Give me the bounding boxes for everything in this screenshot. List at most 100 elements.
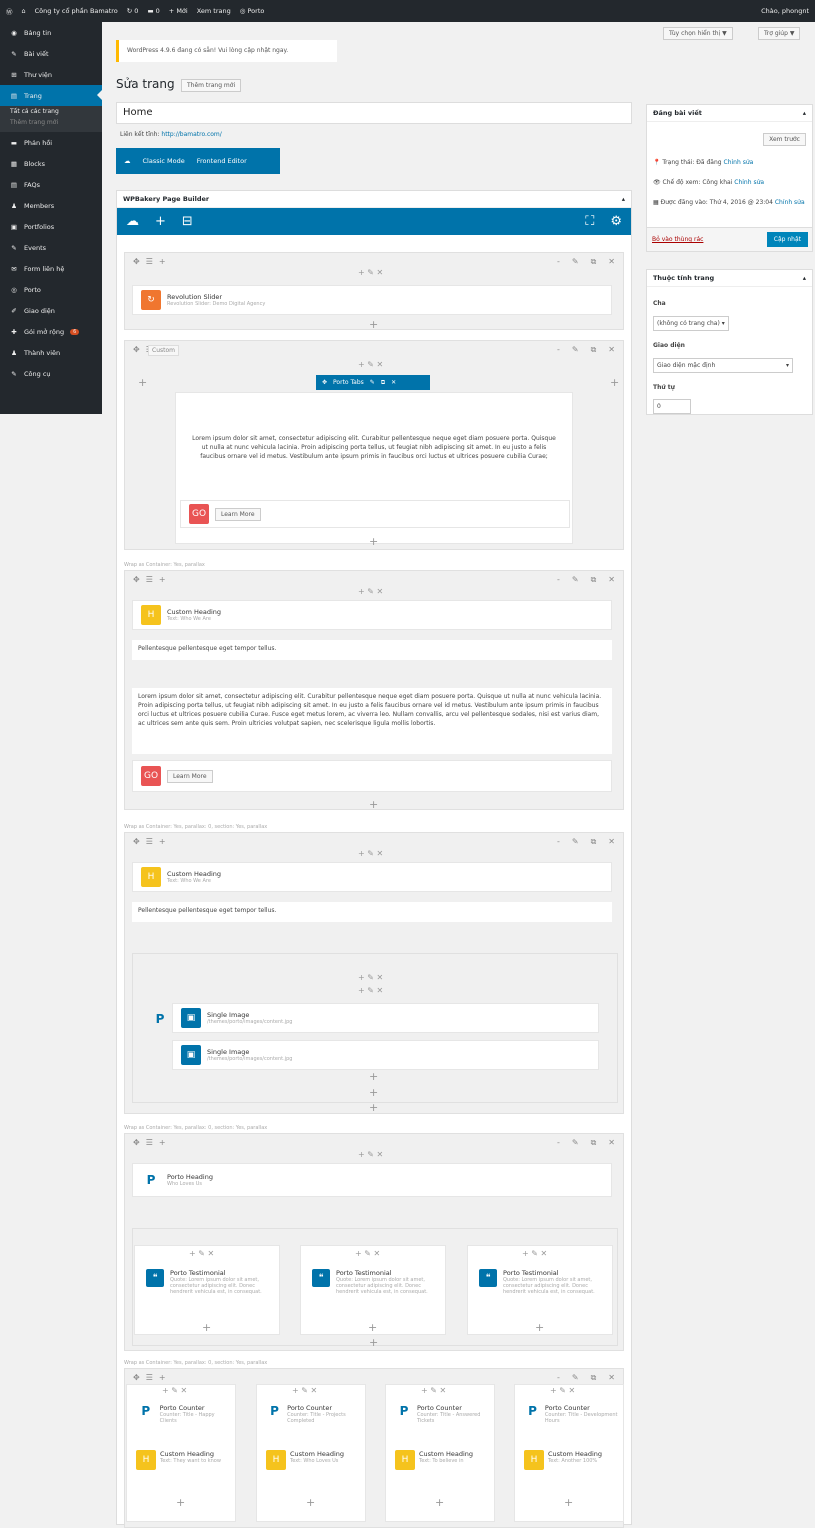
frontend-editor-button[interactable]: Frontend Editor bbox=[197, 157, 247, 165]
screen-options-button[interactable]: Tùy chọn hiển thị ▼ bbox=[663, 27, 733, 40]
delete-icon[interactable]: ✕ bbox=[608, 1373, 615, 1383]
add-element-icon[interactable]: + bbox=[369, 318, 378, 331]
drag-handle-icon[interactable]: ✥ bbox=[133, 575, 140, 584]
clone-icon[interactable]: ⧉ bbox=[591, 1138, 597, 1148]
delete-icon[interactable]: ✕ bbox=[608, 837, 615, 847]
delete-icon[interactable]: ✕ bbox=[608, 1138, 615, 1148]
add-element-icon[interactable]: + bbox=[535, 1321, 544, 1334]
add-element-icon[interactable]: + bbox=[369, 798, 378, 811]
element-controls[interactable]: + ✎ ✕ bbox=[358, 973, 383, 982]
trash-link[interactable]: Bỏ vào thùng rác bbox=[652, 236, 703, 243]
column-layout-icon[interactable]: ☰ bbox=[146, 1138, 153, 1147]
element-controls[interactable]: + ✎ ✕ bbox=[292, 1386, 317, 1395]
element-controls[interactable]: + ✎ ✕ bbox=[358, 849, 383, 858]
column-layout-icon[interactable]: ☰ bbox=[146, 1373, 153, 1382]
sidebar-item-11[interactable]: ◎ Porto bbox=[0, 279, 102, 300]
template-icon[interactable]: ⊟ bbox=[182, 214, 193, 229]
add-element-icon[interactable]: + bbox=[176, 1496, 185, 1509]
clone-icon[interactable]: ⧉ bbox=[591, 575, 597, 585]
sidebar-item-5[interactable]: ▦ Blocks bbox=[0, 153, 102, 174]
preview-button[interactable]: Xem trước bbox=[763, 133, 806, 146]
sidebar-item-4[interactable]: ▬ Phản hồi bbox=[0, 132, 102, 153]
edit-icon[interactable]: ✎ bbox=[572, 575, 579, 585]
clone-icon[interactable]: ⧉ bbox=[591, 257, 597, 267]
edit-icon[interactable]: ✎ bbox=[572, 257, 579, 267]
custom-layout-button[interactable]: Custom bbox=[148, 345, 179, 356]
add-element-icon[interactable]: + bbox=[368, 1321, 377, 1334]
title-input[interactable]: Home bbox=[116, 102, 632, 124]
parent-select[interactable]: (không có trang cha) ▾ bbox=[653, 316, 729, 331]
edit-icon[interactable]: ✎ bbox=[370, 379, 375, 386]
drag-handle-icon[interactable]: ✥ bbox=[133, 837, 140, 846]
sidebar-item-14[interactable]: ♟ Thành viên bbox=[0, 342, 102, 363]
sidebar-item-7[interactable]: ♟ Members bbox=[0, 195, 102, 216]
classic-mode-button[interactable]: Classic Mode bbox=[143, 157, 185, 165]
text-block[interactable]: Pellentesque pellentesque eget tempor te… bbox=[132, 902, 612, 922]
add-element-icon[interactable]: + bbox=[369, 1086, 378, 1099]
porto-tabs-toolbar[interactable]: ✥ Porto Tabs ✎ ⧉ ✕ bbox=[316, 375, 430, 390]
sidebar-item-12[interactable]: ✐ Giao diện bbox=[0, 300, 102, 321]
site-name[interactable]: Công ty cổ phần Bamatro bbox=[35, 7, 118, 15]
edit-icon[interactable]: ✎ bbox=[572, 837, 579, 847]
single-image-element[interactable]: ▣ Single Image/themes/porto/images/conten… bbox=[172, 1040, 599, 1070]
sidebar-item-1[interactable]: ✎ Bài viết bbox=[0, 43, 102, 64]
delete-icon[interactable]: ✕ bbox=[608, 345, 615, 355]
cloud-icon[interactable]: ☁ bbox=[126, 214, 139, 229]
add-column-icon[interactable]: + bbox=[159, 1138, 166, 1147]
clone-icon[interactable]: ⧉ bbox=[591, 345, 597, 355]
add-element-icon[interactable]: + bbox=[306, 1496, 315, 1509]
sidebar-item-9[interactable]: ✎ Events bbox=[0, 237, 102, 258]
porto-link[interactable]: ◎ Porto bbox=[240, 7, 265, 15]
sidebar-item-3[interactable]: ▤ Trang bbox=[0, 85, 102, 106]
column-layout-icon[interactable]: ☰ bbox=[146, 257, 153, 266]
custom-heading-element[interactable]: H Custom Heading Text: Who We Are bbox=[132, 600, 612, 630]
sidebar-item-13[interactable]: ✚ Gói mở rộng 6 bbox=[0, 321, 102, 342]
drag-handle-icon[interactable]: ✥ bbox=[133, 257, 140, 266]
add-element-icon[interactable]: + bbox=[155, 214, 166, 229]
edit-icon[interactable]: ✎ bbox=[572, 1373, 579, 1383]
toggle-icon[interactable]: - bbox=[557, 1373, 560, 1383]
toggle-icon[interactable]: - bbox=[557, 837, 560, 847]
drag-handle-icon[interactable]: ✥ bbox=[133, 1138, 140, 1147]
add-column-icon[interactable]: + bbox=[159, 1373, 166, 1382]
element-controls[interactable]: + ✎ ✕ bbox=[358, 1150, 383, 1159]
add-element-icon[interactable]: + bbox=[138, 376, 147, 389]
testimonial-element[interactable]: ❝ Porto Testimonial Quote: Lorem ipsum dol… bbox=[312, 1269, 442, 1295]
drag-handle-icon[interactable]: ✥ bbox=[322, 379, 327, 386]
submenu-item[interactable]: Thêm trang mới bbox=[0, 119, 102, 130]
delete-icon[interactable]: ✕ bbox=[608, 257, 615, 267]
edit-icon[interactable]: ✎ bbox=[572, 345, 579, 355]
counter-element[interactable]: P Porto Counter Counter: Title - Happy Cli… bbox=[136, 1404, 232, 1424]
single-image-element[interactable]: ▣ Single Image/themes/porto/images/conten… bbox=[172, 1003, 599, 1033]
order-input[interactable]: 0 bbox=[653, 399, 691, 414]
view-page-link[interactable]: Xem trang bbox=[197, 7, 231, 15]
element-controls[interactable]: + ✎ ✕ bbox=[522, 1249, 547, 1258]
sidebar-item-10[interactable]: ✉ Form liên hệ bbox=[0, 258, 102, 279]
add-new-page-button[interactable]: Thêm trang mới bbox=[181, 79, 242, 92]
element-controls[interactable]: + ✎ ✕ bbox=[189, 1249, 214, 1258]
custom-heading-element[interactable]: H Custom Heading Text: Who We Are bbox=[132, 862, 612, 892]
add-column-icon[interactable]: + bbox=[159, 575, 166, 584]
sidebar-item-8[interactable]: ▣ Portfolios bbox=[0, 216, 102, 237]
add-element-icon[interactable]: + bbox=[369, 1070, 378, 1083]
updates-icon[interactable]: ↻ 0 bbox=[127, 7, 139, 15]
add-element-icon[interactable]: + bbox=[202, 1321, 211, 1334]
permalink-link[interactable]: http://bamatro.com/ bbox=[161, 131, 221, 138]
add-element-icon[interactable]: + bbox=[369, 535, 378, 548]
delete-icon[interactable]: ✕ bbox=[608, 575, 615, 585]
element-controls[interactable]: + ✎ ✕ bbox=[162, 1386, 187, 1395]
add-column-icon[interactable]: + bbox=[159, 837, 166, 846]
add-element-icon[interactable]: + bbox=[610, 376, 619, 389]
new-button[interactable]: + Mới bbox=[169, 7, 188, 15]
sidebar-item-6[interactable]: ▤ FAQs bbox=[0, 174, 102, 195]
greeting[interactable]: Chào, phongnt bbox=[761, 7, 809, 15]
toggle-icon[interactable]: - bbox=[557, 257, 560, 267]
element-controls[interactable]: + ✎ ✕ bbox=[358, 360, 383, 369]
clone-icon[interactable]: ⧉ bbox=[381, 379, 385, 387]
clone-icon[interactable]: ⧉ bbox=[591, 837, 597, 847]
add-element-icon[interactable]: + bbox=[564, 1496, 573, 1509]
drag-handle-icon[interactable]: ✥ bbox=[133, 1373, 140, 1382]
clone-icon[interactable]: ⧉ bbox=[591, 1373, 597, 1383]
toggle-icon[interactable]: - bbox=[557, 575, 560, 585]
text-block[interactable]: Lorem ipsum dolor sit amet, consectetur … bbox=[185, 430, 563, 465]
